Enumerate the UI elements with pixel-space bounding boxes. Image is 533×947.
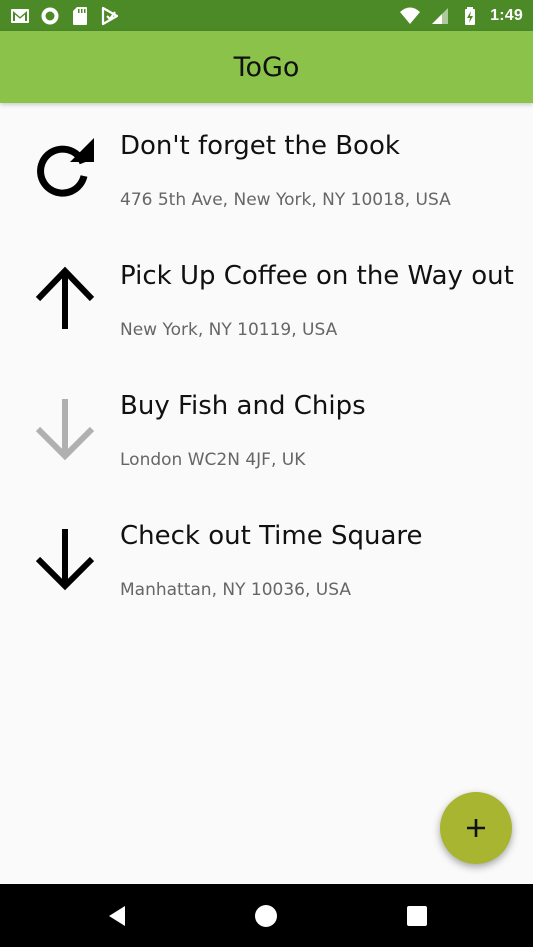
list-item[interactable]: Don't forget the Book 476 5th Ave, New Y… bbox=[0, 103, 533, 233]
item-address: New York, NY 10119, USA bbox=[120, 320, 338, 340]
item-title: Check out Time Square bbox=[120, 521, 423, 551]
plus-icon bbox=[467, 819, 485, 837]
record-icon bbox=[41, 7, 59, 24]
status-bar: 1:49 bbox=[0, 0, 533, 31]
item-address: Manhattan, NY 10036, USA bbox=[120, 580, 351, 600]
screen: 1:49 ToGo Don't forget the Book 476 5th … bbox=[0, 0, 533, 947]
item-title: Pick Up Coffee on the Way out bbox=[120, 261, 514, 291]
item-title: Buy Fish and Chips bbox=[120, 391, 366, 421]
arrow-up-icon bbox=[35, 266, 95, 329]
app-title: ToGo bbox=[233, 51, 300, 83]
status-time: 1:49 bbox=[490, 6, 523, 24]
arrow-down-icon bbox=[35, 529, 95, 591]
sd-card-icon bbox=[73, 6, 87, 25]
list-item[interactable]: Buy Fish and Chips London WC2N 4JF, UK bbox=[0, 363, 533, 493]
item-address: London WC2N 4JF, UK bbox=[120, 450, 306, 470]
gmail-icon bbox=[11, 8, 29, 23]
battery-charging-icon bbox=[465, 6, 476, 25]
status-right-icons: 1:49 bbox=[400, 6, 523, 26]
todo-list: Don't forget the Book 476 5th Ave, New Y… bbox=[0, 103, 533, 623]
back-icon[interactable] bbox=[105, 904, 129, 928]
list-item[interactable]: Check out Time Square Manhattan, NY 1003… bbox=[0, 493, 533, 623]
home-icon[interactable] bbox=[254, 904, 278, 928]
status-left-icons bbox=[10, 6, 120, 26]
app-bar: ToGo bbox=[0, 31, 533, 103]
item-title: Don't forget the Book bbox=[120, 131, 400, 161]
list-item[interactable]: Pick Up Coffee on the Way out New York, … bbox=[0, 233, 533, 363]
arrow-down-icon bbox=[35, 399, 95, 461]
wifi-icon bbox=[400, 7, 421, 24]
refresh-icon bbox=[37, 138, 94, 197]
play-store-icon bbox=[101, 6, 119, 25]
item-address: 476 5th Ave, New York, NY 10018, USA bbox=[120, 190, 451, 210]
add-button[interactable] bbox=[440, 792, 512, 864]
navigation-bar bbox=[0, 884, 533, 947]
signal-icon bbox=[432, 7, 449, 24]
recents-icon[interactable] bbox=[405, 904, 429, 928]
